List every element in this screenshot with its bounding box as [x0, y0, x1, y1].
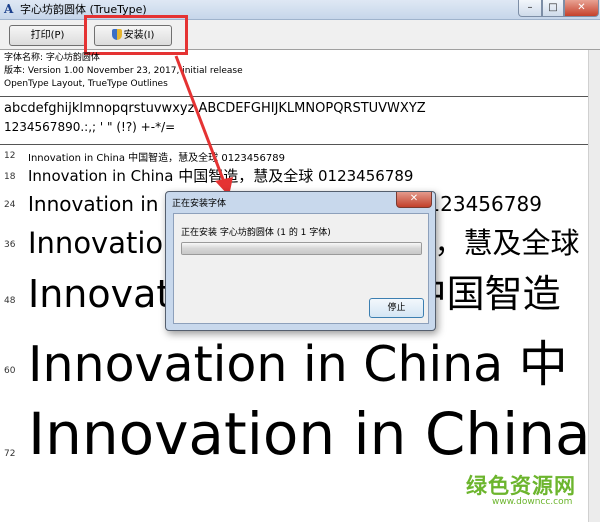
install-progress-bar	[181, 242, 422, 255]
install-status-message: 正在安装 字心坊韵圆体 (1 的 1 字体)	[181, 228, 331, 238]
dialog-title: 正在安装字体	[172, 199, 227, 209]
watermark-url: www.downcc.com	[492, 497, 573, 507]
installing-font-dialog: 正在安装字体 ✕ 正在安装 字心坊韵圆体 (1 的 1 字体) 停止	[165, 191, 436, 331]
arrow-shaft	[174, 55, 226, 183]
progress-fill	[182, 243, 421, 254]
watermark-brand: 绿色资源网	[466, 474, 576, 498]
stop-button[interactable]: 停止	[369, 298, 424, 318]
dialog-close-button[interactable]: ✕	[396, 192, 432, 208]
dialog-body: 正在安装 字心坊韵圆体 (1 的 1 字体) 停止	[173, 213, 429, 324]
